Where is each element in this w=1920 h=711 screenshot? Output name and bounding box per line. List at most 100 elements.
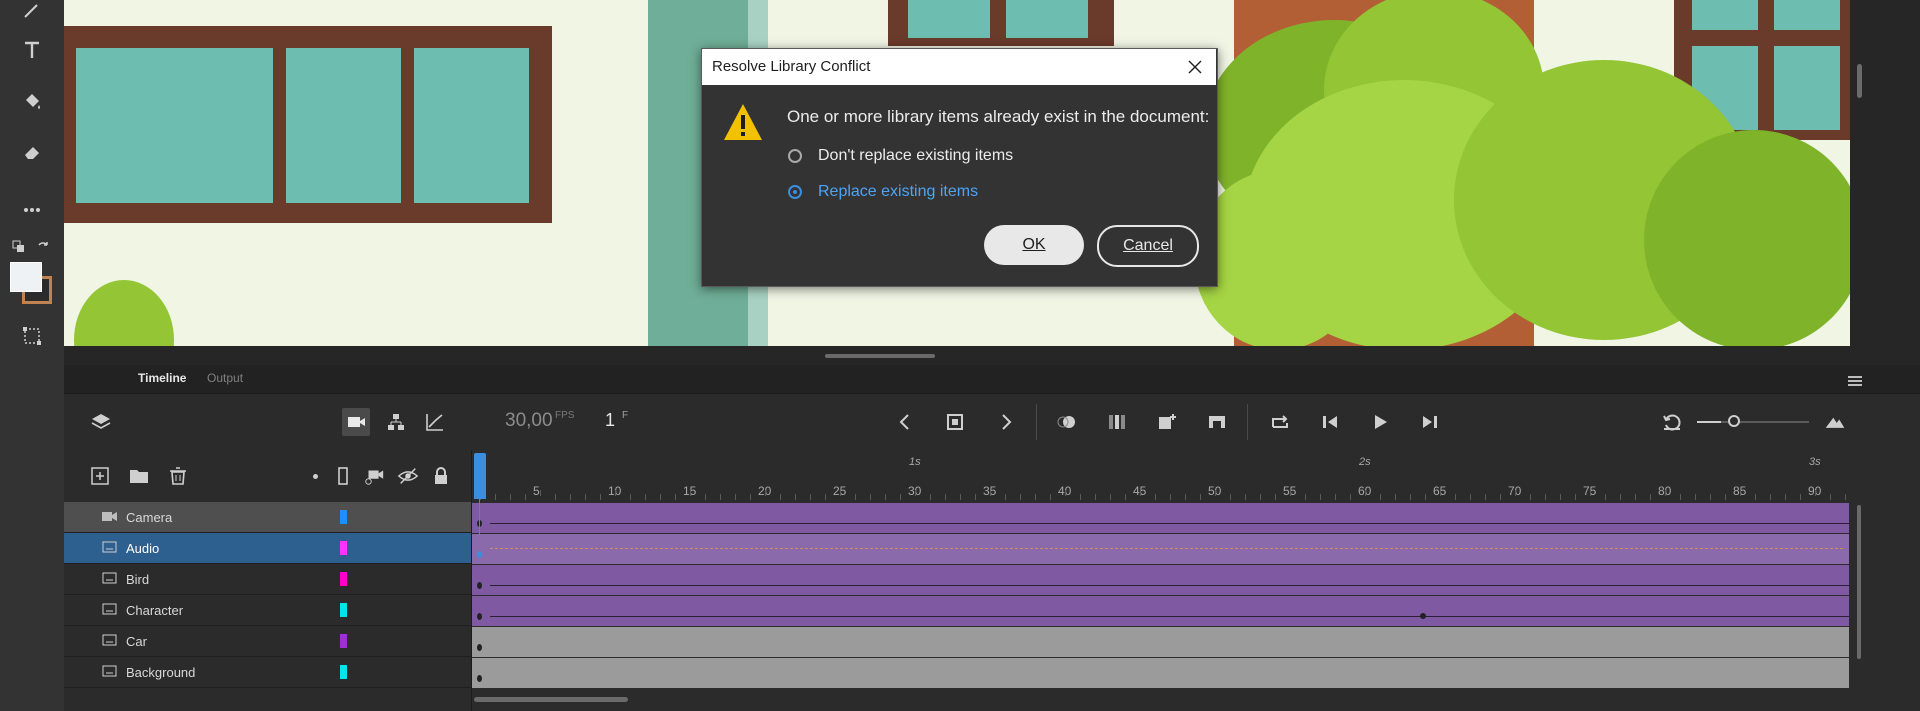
swap-colors-icon[interactable] — [36, 240, 50, 254]
ruler-tick — [1380, 494, 1381, 500]
layer-row-car[interactable]: Car — [64, 626, 472, 657]
frame-track-background[interactable] — [472, 658, 1849, 689]
keyframe[interactable] — [477, 551, 482, 558]
radio-replace[interactable] — [788, 185, 802, 199]
ok-button[interactable]: OK — [984, 225, 1084, 265]
panel-tabs: Timeline Output — [64, 365, 1920, 394]
layer-row-character[interactable]: Character — [64, 595, 472, 626]
timeline-vertical-scrollbar[interactable] — [1857, 505, 1861, 659]
tab-output[interactable]: Output — [207, 371, 243, 385]
reset-zoom-icon[interactable] — [1660, 410, 1684, 434]
layers-icon[interactable] — [89, 410, 113, 434]
close-icon[interactable] — [1180, 52, 1210, 82]
frame-track-car[interactable] — [472, 627, 1849, 658]
frame-track-audio[interactable] — [472, 534, 1849, 565]
free-transform-icon[interactable] — [14, 318, 50, 354]
layer-row-background[interactable]: Background — [64, 657, 472, 688]
create-tween-icon[interactable] — [1155, 410, 1179, 434]
ruler-tick — [780, 494, 781, 500]
dialog-title: Resolve Library Conflict — [712, 58, 871, 75]
layer-color-swatch[interactable] — [340, 665, 347, 679]
step-back-icon[interactable] — [1318, 410, 1342, 434]
new-folder-icon[interactable] — [128, 465, 150, 487]
layer-color-swatch[interactable] — [340, 603, 347, 617]
graph-icon[interactable] — [423, 410, 447, 434]
ruler-tick — [525, 494, 526, 500]
zoom-slider-handle[interactable] — [1728, 415, 1740, 427]
keyframe[interactable] — [477, 582, 482, 589]
frame-track-bird[interactable] — [472, 565, 1849, 596]
ruler-tick — [1260, 494, 1261, 500]
layer-row-audio[interactable]: Audio — [64, 533, 472, 564]
pencil-icon[interactable] — [14, 0, 50, 28]
layer-color-swatch[interactable] — [340, 572, 347, 586]
layer-color-swatch[interactable] — [340, 510, 347, 524]
frame-track-character[interactable] — [472, 596, 1849, 627]
camera-layer-visibility-icon[interactable] — [362, 465, 386, 487]
hide-layers-icon[interactable] — [396, 465, 420, 487]
default-colors-icon[interactable] — [12, 240, 26, 254]
onion-skin-icon[interactable] — [1055, 410, 1079, 434]
keyframe[interactable] — [1420, 613, 1426, 619]
insert-keyframe-icon[interactable] — [943, 410, 967, 434]
layer-name: Background — [126, 665, 196, 680]
outline-layers-icon[interactable] — [334, 465, 352, 487]
new-layer-icon[interactable] — [89, 465, 111, 487]
step-forward-icon[interactable] — [1418, 410, 1442, 434]
edit-multiple-frames-icon[interactable] — [1105, 410, 1129, 434]
layer-icon — [102, 665, 118, 678]
ruler-tick — [1020, 494, 1021, 500]
next-keyframe-icon[interactable] — [994, 410, 1018, 434]
panel-splitter[interactable] — [64, 346, 1920, 365]
layer-color-swatch[interactable] — [340, 541, 347, 555]
keyframe[interactable] — [477, 675, 482, 682]
ruler-tick — [1815, 490, 1816, 496]
ruler-tick — [930, 494, 931, 500]
insert-blank-keyframe-icon[interactable] — [1205, 410, 1229, 434]
option-label[interactable]: Don't replace existing items — [818, 147, 1013, 165]
layer-row-camera[interactable]: Camera — [64, 502, 472, 533]
ruler-tick — [1080, 494, 1081, 500]
loop-icon[interactable] — [1268, 410, 1292, 434]
playhead[interactable] — [474, 453, 486, 499]
ruler-tick — [1755, 494, 1756, 500]
more-tools-icon[interactable] — [14, 192, 50, 228]
option-label[interactable]: Replace existing items — [818, 183, 978, 201]
paint-bucket-icon[interactable] — [14, 84, 50, 120]
stage-vertical-scrollbar[interactable] — [1857, 64, 1862, 98]
layer-row-bird[interactable]: Bird — [64, 564, 472, 595]
text-tool-icon[interactable] — [14, 32, 50, 68]
keyframe[interactable] — [477, 644, 482, 651]
fit-timeline-icon[interactable] — [1822, 410, 1848, 434]
cancel-button[interactable]: Cancel — [1097, 225, 1199, 267]
ruler-tick — [1695, 494, 1696, 500]
ruler-tick — [1065, 490, 1066, 496]
delete-layer-icon[interactable] — [167, 465, 189, 487]
fill-color-swatch[interactable] — [10, 262, 42, 292]
layer-color-swatch[interactable] — [340, 634, 347, 648]
camera-toggle-icon[interactable] — [342, 408, 370, 436]
panel-menu-icon[interactable] — [1848, 375, 1862, 389]
splitter-grip[interactable] — [825, 354, 935, 358]
previous-keyframe-icon[interactable] — [893, 410, 917, 434]
radio-dont-replace[interactable] — [788, 149, 802, 163]
ruler-tick — [1620, 494, 1621, 500]
layer-parenting-icon[interactable] — [384, 410, 408, 434]
play-icon[interactable] — [1368, 410, 1392, 434]
tab-timeline[interactable]: Timeline — [138, 371, 186, 385]
ruler-tick — [630, 494, 631, 500]
ruler-tick — [1455, 494, 1456, 500]
eraser-icon[interactable] — [14, 134, 50, 170]
ruler-tick — [750, 494, 751, 500]
frame-track-camera[interactable] — [472, 503, 1849, 534]
timeline-horizontal-scrollbar[interactable] — [474, 697, 628, 702]
keyframe[interactable] — [477, 613, 482, 620]
current-frame-value[interactable]: 1 — [605, 410, 615, 431]
ruler-tick — [1095, 494, 1096, 500]
highlight-layers-icon[interactable] — [313, 474, 318, 479]
lock-layers-icon[interactable] — [430, 465, 452, 487]
ruler-tick — [1290, 490, 1291, 496]
layer-name: Character — [126, 603, 184, 618]
fps-unit: FPS — [555, 410, 575, 421]
fps-value[interactable]: 30,00 — [505, 410, 553, 432]
